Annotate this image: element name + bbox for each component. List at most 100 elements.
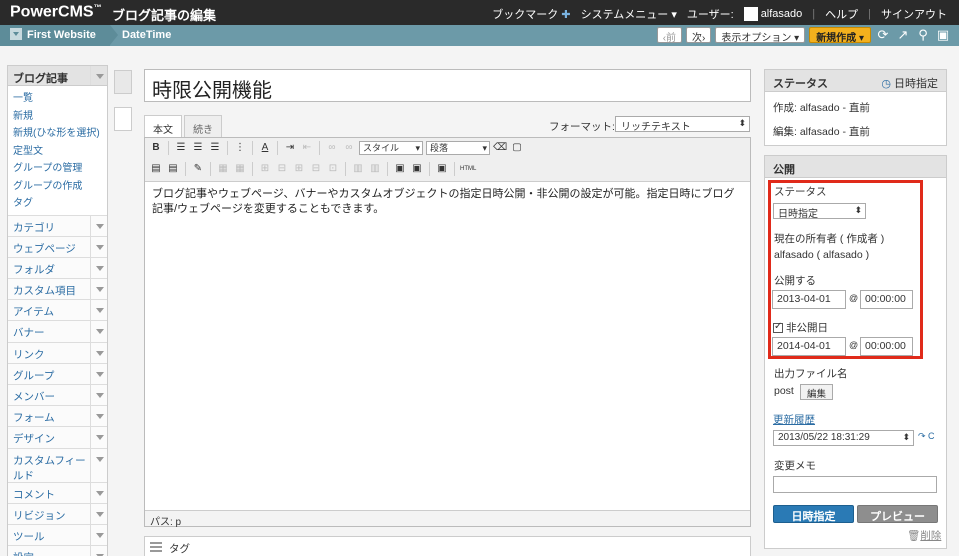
sidebar-sub-tags[interactable]: タグ [13,194,107,212]
sidebar-item-asset[interactable]: アイテム [8,299,107,321]
rich-text-editor: B ☰ ☰ ☰ ⋮ A ⇥ ⇤ ∞ ∞ スタイル ▾ 段落 ▾ ⌫ ▢ ▤ ▤ ✎ [144,137,751,528]
sidebar-sub-group-manage[interactable]: グループの管理 [13,159,107,177]
schedule-button[interactable]: 日時指定 [773,505,854,523]
sidebar-sub-boilerplate[interactable]: 定型文 [13,142,107,160]
sidebar-item-link[interactable]: リンク [8,341,107,363]
help-link[interactable]: ヘルプ [825,6,858,22]
format-select[interactable]: リッチテキスト [615,116,750,133]
paragraph-select[interactable]: 段落 ▾ [426,141,490,155]
sidebar-item-folder[interactable]: フォルダ [8,256,107,279]
align-left-icon[interactable]: ☰ [174,141,188,155]
align-center-icon[interactable]: ☰ [191,141,205,155]
row-props-icon[interactable]: ▥ [368,162,382,176]
sidebar-item-tools[interactable]: ツール [8,523,107,546]
new-button[interactable]: 新規作成 ▾ [809,27,871,44]
delete-link[interactable]: 🗑削除 [907,528,941,543]
sidebar-item-design[interactable]: デザイン [8,426,107,448]
preview-button[interactable]: プレビュー [857,505,938,523]
bold-icon[interactable]: B [149,141,163,155]
trash-icon[interactable]: ▣ [935,27,951,43]
unlink-icon[interactable]: ∞ [342,141,356,155]
next-button[interactable]: 次› [686,27,712,44]
table-icon[interactable]: ▦ [216,162,230,176]
eraser-icon[interactable]: ⌫ [493,141,507,155]
sidebar-submenu: 一覧 新規 新規(ひな形を選択) 定型文 グループの管理 グループの作成 タグ [8,86,107,215]
sidebar-item-member[interactable]: メンバー [8,384,107,406]
sidebar-item-form[interactable]: フォーム [8,405,107,427]
clock-icon: ◷ [881,78,891,90]
status-panel-title: ステータス [773,78,828,90]
history-select[interactable]: 2013/05/22 18:31:29 ⬍ [773,430,914,446]
sidebar-item-revision[interactable]: リビジョン [8,502,107,524]
outdent-icon[interactable]: ⇤ [300,141,314,155]
external-link-icon[interactable]: ↗ [895,27,911,43]
sidebar-sub-new[interactable]: 新規 [13,107,107,125]
col-delete-icon[interactable]: ⊟ [309,162,323,176]
sidebar-item-customfield[interactable]: カスタムフィールド [8,447,107,482]
tab-more[interactable]: 続き [184,115,222,137]
row-delete-icon[interactable]: ⊟ [275,162,289,176]
sidebar-sub-list[interactable]: 一覧 [13,89,107,107]
row-insert-icon[interactable]: ⊞ [258,162,272,176]
table-props-icon[interactable]: ▦ [233,162,247,176]
signout-link[interactable]: サインアウト [881,6,947,22]
edited-info: 編集: alfasado - 直前 [773,126,870,138]
prev-button[interactable]: ‹前 [656,27,683,44]
file-icon[interactable]: ▣ [410,162,424,176]
link-icon[interactable]: ∞ [325,141,339,155]
site-switcher[interactable]: First Website [0,25,110,46]
title-input[interactable]: 時限公開機能 [144,69,751,102]
highlight-box [768,180,923,359]
tab-body[interactable]: 本文 [144,115,182,137]
sidebar-item-settings[interactable]: 設定 [8,545,107,556]
cell-props-icon[interactable]: ▥ [351,162,365,176]
sidebar-head-entries[interactable]: ブログ記事 [8,66,107,86]
edit-icon[interactable]: ✎ [191,162,205,176]
user-menu[interactable]: alfasado [743,7,802,21]
image-icon[interactable]: ▣ [393,162,407,176]
avatar [743,7,758,21]
output-filename-label: 出力ファイル名 [774,368,848,380]
search-icon[interactable]: ⚲ [915,27,931,43]
change-memo-input[interactable] [773,476,937,493]
html-icon[interactable]: HTML [460,162,476,176]
refresh-icon[interactable]: ⟳ [875,27,891,43]
editor-content[interactable]: ブログ記事やウェブページ、バナーやカスタムオブジェクトの指定日時公開・非公開の設… [145,182,750,222]
chevron-down-icon: ▾ [671,9,677,21]
document-tab-icon[interactable] [114,107,132,131]
redo-icon[interactable]: ↷ C [918,431,935,442]
page-heading: ブログ記事の編集 [112,8,217,23]
style-select[interactable]: スタイル ▾ [359,141,423,155]
sidebar-item-banner[interactable]: バナー [8,320,107,342]
sidebar-item-category[interactable]: カテゴリ [8,214,107,236]
notebook-tab-icon[interactable] [114,70,132,94]
sidebar-item-comment[interactable]: コメント [8,481,107,503]
drag-handle-icon[interactable] [150,542,162,552]
display-options-button[interactable]: 表示オプション ▾ [715,27,806,44]
bookmark-icon: ✚ [561,9,571,21]
merge-icon[interactable]: ⊡ [326,162,340,176]
context-bar: First Website DateTime ‹前 次› 表示オプション ▾ 新… [0,25,959,46]
bookmark-link[interactable]: ブックマーク ✚ [492,6,570,22]
sidebar-item-webpage[interactable]: ウェブページ [8,235,107,257]
tags-field[interactable]: タグ [144,536,751,556]
text-color-icon[interactable]: A [258,141,272,155]
sidebar-sub-group-create[interactable]: グループの作成 [13,177,107,195]
bullet-list-icon[interactable]: ⋮ [233,141,247,155]
paste-icon[interactable]: ▤ [149,162,163,176]
col-insert-icon[interactable]: ⊞ [292,162,306,176]
paste-text-icon[interactable]: ▤ [166,162,180,176]
sidebar-item-custom[interactable]: カスタム項目 [8,278,107,300]
media-icon[interactable]: ▣ [435,162,449,176]
history-link[interactable]: 更新履歴 [773,412,815,427]
sidebar-item-group[interactable]: グループ [8,362,107,384]
editor-toolbar: B ☰ ☰ ☰ ⋮ A ⇥ ⇤ ∞ ∞ スタイル ▾ 段落 ▾ ⌫ ▢ ▤ ▤ ✎ [145,138,750,182]
breadcrumb[interactable]: DateTime [122,29,171,41]
fullscreen-icon[interactable]: ▢ [510,141,524,155]
indent-icon[interactable]: ⇥ [283,141,297,155]
align-right-icon[interactable]: ☰ [208,141,222,155]
system-menu[interactable]: システムメニュー ▾ [581,6,677,22]
sidebar-sub-new-template[interactable]: 新規(ひな形を選択) [13,124,107,142]
app-logo[interactable]: PowerCMS™ [10,3,102,21]
edit-filename-button[interactable]: 編集 [800,384,834,400]
